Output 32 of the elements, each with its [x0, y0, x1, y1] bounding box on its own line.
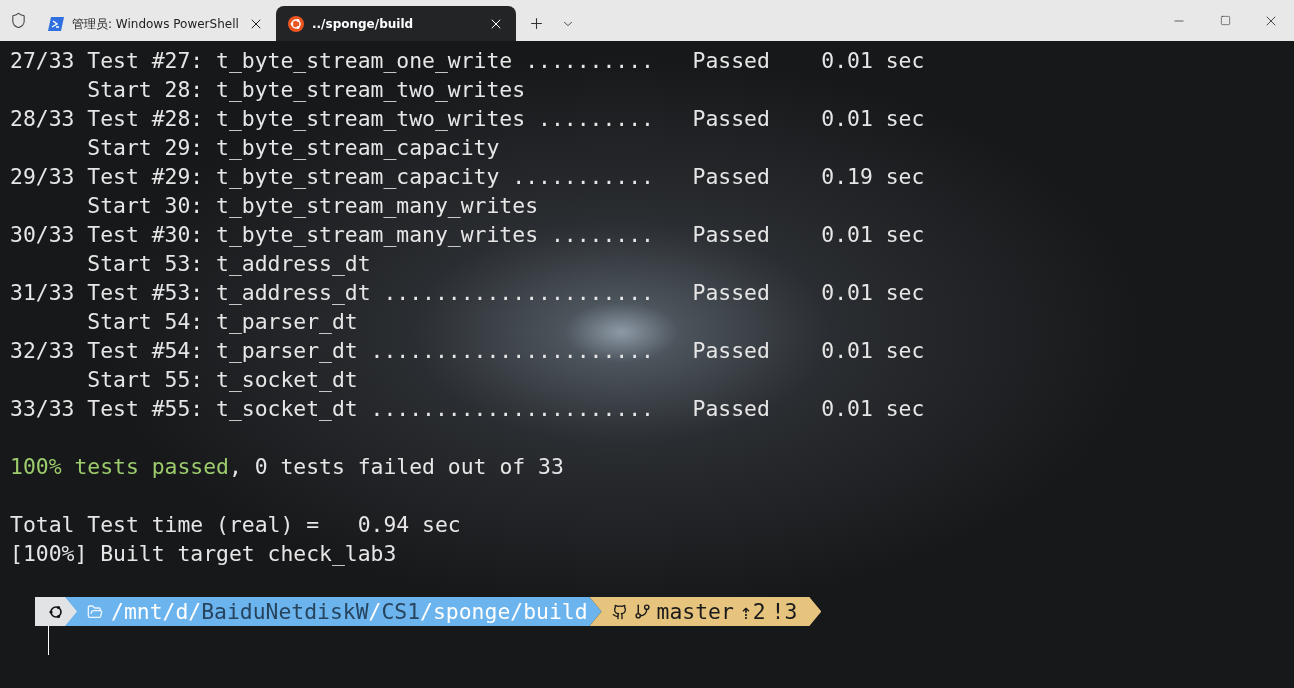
- circle-logo-icon: [48, 603, 64, 620]
- tab[interactable]: ../sponge/build: [276, 6, 516, 41]
- new-tab-icon[interactable]: [528, 15, 545, 32]
- terminal-line: 29/33 Test #29: t_byte_stream_capacity ........... Passed 0.19 sec: [10, 163, 925, 191]
- terminal-line: Start 53: t_address_dt: [86, 250, 371, 278]
- terminal-line: Start 29: t_byte_stream_capacity: [86, 134, 500, 162]
- shield-icon[interactable]: [9, 12, 27, 29]
- terminal-line: Start 54: t_parser_dt: [86, 308, 358, 336]
- circle-logo-icon: [288, 15, 304, 32]
- terminal-line: Total Test time (real) = 0.94 sec: [10, 511, 461, 539]
- cursor: [48, 626, 49, 655]
- modified-count: !3: [771, 598, 798, 626]
- terminal-line: Start 30: t_byte_stream_many_writes: [86, 192, 538, 220]
- terminal-line: Start 28: t_byte_stream_two_writes: [86, 76, 526, 104]
- terminal-line: 28/33 Test #28: t_byte_stream_two_writes ......... Passed 0.01 sec: [10, 105, 925, 133]
- terminal-line: 100% tests passed, 0 tests failed out of 33: [10, 453, 564, 481]
- ahead-count: ⇡2: [739, 598, 766, 626]
- current-path: /mnt/d/BaiduNetdiskW/CS1/sponge/build: [111, 598, 588, 626]
- terminal-line: 32/33 Test #54: t_parser_dt ...................... Passed 0.01 sec: [10, 337, 925, 365]
- folder-icon: [87, 603, 103, 620]
- terminal-line: 31/33 Test #53: t_address_dt ..................... Passed 0.01 sec: [10, 279, 925, 307]
- branch-name: master: [656, 598, 734, 626]
- branch-icon: [633, 603, 651, 620]
- terminal-prompt-icon: [48, 16, 64, 31]
- terminal-line: Start 55: t_socket_dt: [86, 366, 358, 394]
- terminal-line: 27/33 Test #27: t_byte_stream_one_write .......... Passed 0.01 sec: [10, 47, 925, 75]
- terminal-line: [100%] Built target check_lab3: [10, 540, 397, 568]
- cat-icon: [611, 603, 628, 620]
- maximize-icon[interactable]: [1219, 15, 1231, 26]
- terminal-line: 30/33 Test #30: t_byte_stream_many_writes ........ Passed 0.01 sec: [10, 221, 925, 249]
- terminal-line: 33/33 Test #55: t_socket_dt ...................... Passed 0.01 sec: [10, 395, 925, 423]
- tab[interactable]: 管理员: Windows PowerShell: [36, 6, 276, 41]
